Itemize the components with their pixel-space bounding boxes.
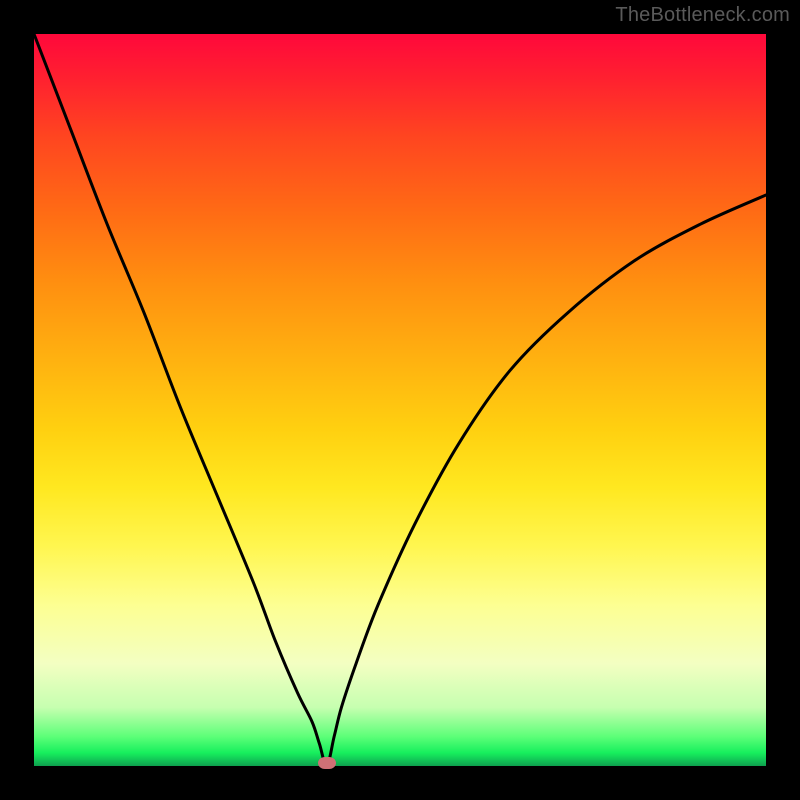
plot-area <box>34 34 766 766</box>
chart-frame: TheBottleneck.com <box>0 0 800 800</box>
optimal-marker <box>318 757 336 769</box>
attribution-text: TheBottleneck.com <box>615 4 790 27</box>
bottleneck-curve <box>34 34 766 766</box>
